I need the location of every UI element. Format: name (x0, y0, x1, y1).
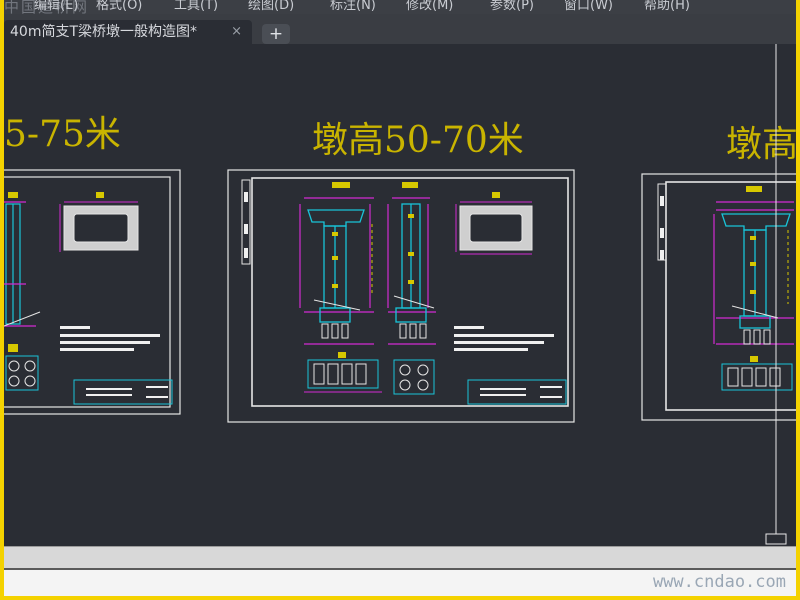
title-left: 5-75米 (4, 114, 121, 155)
menu-tools[interactable]: 工具(T) (174, 0, 218, 13)
menu-edit[interactable]: 编辑(E) (34, 0, 78, 13)
sheet-center (227, 169, 575, 423)
tab-title: 40m简支T梁桥墩一般构造图* (10, 24, 198, 40)
menu-parameters[interactable]: 参数(P) (490, 0, 534, 13)
title-center: 墩高50-70米 (312, 120, 524, 161)
document-tab-bar: 40m简支T梁桥墩一般构造图* × + (4, 14, 796, 44)
sheet-right (641, 173, 796, 421)
menu-draw[interactable]: 绘图(D) (248, 0, 294, 13)
horizontal-scrollbar[interactable] (4, 546, 796, 569)
status-bar: www.cndao.com (4, 568, 796, 596)
add-tab-button[interactable]: + (262, 24, 290, 44)
menu-bar: 中国道桥网 编辑(E) 格式(O) 工具(T) 绘图(D) 标注(N) 修改(M… (4, 0, 796, 14)
menu-window[interactable]: 窗口(W) (564, 0, 613, 13)
tab-drawing[interactable]: 40m简支T梁桥墩一般构造图* × (4, 20, 252, 44)
watermark-url: www.cndao.com (652, 572, 786, 592)
menu-modify[interactable]: 修改(M) (406, 0, 453, 13)
cad-drawing: 5-75米 墩高50-70米 墩高4 (4, 44, 796, 545)
menu-dimension[interactable]: 标注(N) (330, 0, 376, 13)
menu-help[interactable]: 帮助(H) (644, 0, 690, 13)
close-icon[interactable]: × (231, 20, 242, 44)
drawing-canvas[interactable]: 5-75米 墩高50-70米 墩高4 (4, 44, 796, 546)
crosshair-cursor (765, 44, 787, 545)
sheet-left (4, 169, 181, 415)
title-right: 墩高4 (726, 124, 796, 165)
plus-icon: + (268, 24, 284, 44)
application-window: 中国道桥网 编辑(E) 格式(O) 工具(T) 绘图(D) 标注(N) 修改(M… (4, 0, 796, 596)
menu-format[interactable]: 格式(O) (96, 0, 142, 13)
